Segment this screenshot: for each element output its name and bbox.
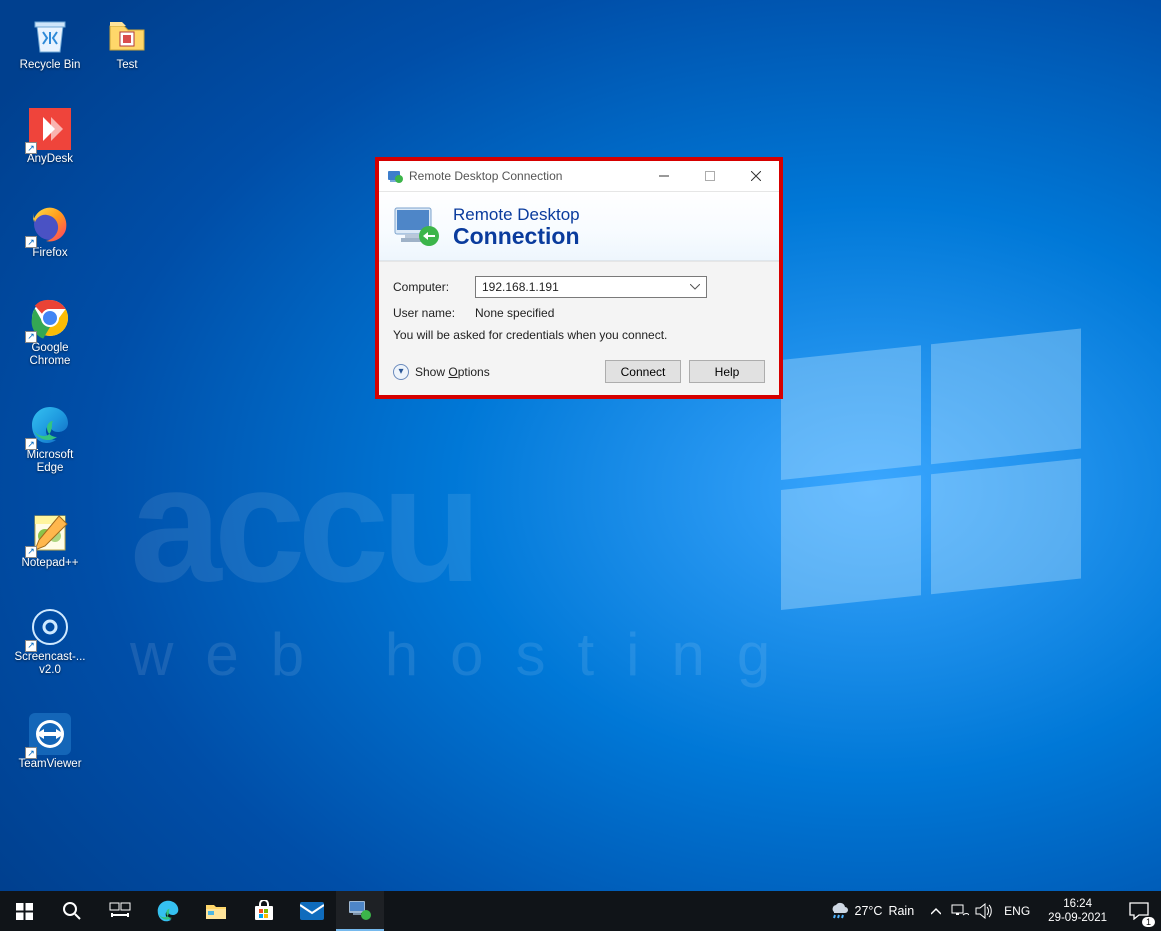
taskbar-app-explorer[interactable] [192,891,240,931]
ms-store-icon [253,900,275,922]
desktop-icon-anydesk[interactable]: ↗ AnyDesk [12,108,88,166]
recycle-bin-icon [29,14,71,56]
chevron-down-circle-icon: ▾ [393,364,409,380]
rdc-banner-icon [393,204,441,248]
weather-temp: 27°C [855,904,883,918]
desktop-icon-notepadpp[interactable]: ↗ Notepad++ [12,512,88,570]
desktop-icon-label: Google Chrome [12,342,88,368]
desktop-icon-label: AnyDesk [27,153,73,166]
search-button[interactable] [48,891,96,931]
watermark-webhosting: web hosting [130,620,802,689]
task-view-button[interactable] [96,891,144,931]
desktop-icon-recycle-bin[interactable]: Recycle Bin [12,14,88,72]
rdc-window: Remote Desktop Connection Remote Desktop… [375,157,783,399]
rdc-body: Computer: 192.168.1.191 User name: None … [379,261,779,395]
file-explorer-icon [205,901,227,921]
tray-date: 29-09-2021 [1048,911,1107,925]
weather-cond: Rain [888,904,914,918]
rdc-banner: Remote Desktop Connection [379,191,779,261]
network-icon [951,903,969,919]
shortcut-arrow-icon: ↗ [25,546,37,558]
tray-language[interactable]: ENG [996,904,1038,918]
tray-overflow-button[interactable] [924,891,948,931]
shortcut-arrow-icon: ↗ [25,438,37,450]
username-label: User name: [393,306,461,320]
desktop-icon-edge[interactable]: ↗ Microsoft Edge [12,404,88,475]
weather-rain-icon [829,901,849,921]
tray-action-center[interactable]: 1 [1117,902,1161,920]
computer-combo[interactable]: 192.168.1.191 [475,276,707,298]
desktop-icon-label: TeamViewer [18,758,81,771]
edge-icon [156,899,180,923]
taskbar-app-store[interactable] [240,891,288,931]
desktop-icon-test-folder[interactable]: Test [97,14,157,72]
show-options-label: Show Options [415,365,490,379]
notification-badge: 1 [1142,917,1155,927]
volume-icon [975,903,993,919]
taskbar-app-rdc[interactable] [336,891,384,931]
shortcut-arrow-icon: ↗ [25,331,37,343]
desktop-icons-column: Recycle Bin ↗ AnyDesk ↗ Firefox [12,14,88,771]
desktop-icon-label: Test [116,59,137,72]
system-tray: 27°C Rain ENG 16:24 29-09-2021 1 [819,891,1161,931]
username-value: None specified [475,306,554,320]
chevron-up-icon [931,907,941,915]
shortcut-arrow-icon: ↗ [25,747,37,759]
watermark-accu: accu [130,430,474,619]
maximize-button[interactable] [687,161,733,191]
wallpaper-windows-logo [781,320,1081,620]
rdc-titlebar[interactable]: Remote Desktop Connection [379,161,779,191]
desktop-icon-chrome[interactable]: ↗ Google Chrome [12,297,88,368]
credentials-hint: You will be asked for credentials when y… [393,328,765,342]
rdc-title-text: Remote Desktop Connection [409,169,641,183]
desktop-icon-screencast[interactable]: ↗ Screencast-... v2.0 [12,606,88,677]
mail-icon [300,902,324,920]
show-options-toggle[interactable]: ▾ Show Options [393,364,490,380]
computer-label: Computer: [393,280,461,294]
taskbar-app-mail[interactable] [288,891,336,931]
tray-clock[interactable]: 16:24 29-09-2021 [1038,897,1117,926]
tray-weather[interactable]: 27°C Rain [819,901,925,921]
rdc-banner-line2: Connection [453,225,580,248]
rdc-window-icon [387,168,403,184]
desktop-icon-firefox[interactable]: ↗ Firefox [12,202,88,260]
task-view-icon [109,902,131,920]
chevron-down-icon [690,284,700,290]
search-icon [62,901,82,921]
tray-network-icon[interactable] [948,891,972,931]
windows-start-icon [16,903,33,920]
tray-volume-icon[interactable] [972,891,996,931]
desktop[interactable]: accu web hosting Recycle Bin ↗ AnyD [0,0,1161,891]
tray-time: 16:24 [1048,897,1107,911]
desktop-icon-label: Firefox [32,247,67,260]
computer-value: 192.168.1.191 [482,280,559,294]
rdc-taskbar-icon [348,899,372,921]
desktop-icon-teamviewer[interactable]: ↗ TeamViewer [12,713,88,771]
rdc-banner-line1: Remote Desktop [453,205,580,225]
connect-button[interactable]: Connect [605,360,681,383]
shortcut-arrow-icon: ↗ [25,142,37,154]
minimize-button[interactable] [641,161,687,191]
folder-icon [106,14,148,56]
help-button[interactable]: Help [689,360,765,383]
desktop-icon-label: Notepad++ [22,557,79,570]
close-button[interactable] [733,161,779,191]
shortcut-arrow-icon: ↗ [25,236,37,248]
desktop-icon-label: Screencast-... v2.0 [12,651,88,677]
start-button[interactable] [0,891,48,931]
taskbar: 27°C Rain ENG 16:24 29-09-2021 1 [0,891,1161,931]
shortcut-arrow-icon: ↗ [25,640,37,652]
taskbar-app-edge[interactable] [144,891,192,931]
desktop-icon-label: Microsoft Edge [12,449,88,475]
desktop-icon-label: Recycle Bin [20,59,81,72]
